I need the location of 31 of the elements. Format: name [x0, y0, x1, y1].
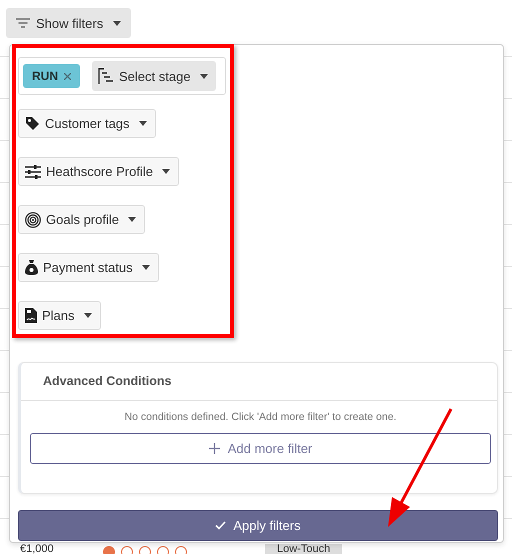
apply-filters-button[interactable]: Apply filters: [18, 510, 498, 541]
caret-icon: [84, 313, 92, 318]
check-icon: [215, 521, 226, 530]
select-stage-button[interactable]: Select stage: [92, 61, 216, 91]
plus-icon: [208, 443, 220, 454]
filter-dropdown[interactable]: Customer tags: [18, 109, 156, 138]
remove-icon[interactable]: [64, 72, 71, 80]
tag-icon: [25, 116, 40, 131]
filter-dropdown[interactable]: Payment status: [18, 253, 159, 282]
amount-text: €1,000: [20, 544, 55, 554]
empty-message: No conditions defined. Click 'Add more filter' to create one.: [124, 411, 398, 423]
filter-dropdown[interactable]: Plans: [18, 301, 101, 330]
filter-dropdown[interactable]: Heathscore Profile: [18, 157, 179, 186]
card-title: Advanced Conditions: [21, 363, 497, 401]
filter-dropdown[interactable]: Goals profile: [18, 205, 145, 234]
segment-tag: Low-Touch: [265, 544, 342, 554]
target-icon: [25, 212, 41, 228]
filter-icon: [16, 18, 30, 28]
caret-icon: [162, 169, 170, 174]
sliders-icon: [25, 164, 41, 178]
caret-icon: [138, 121, 147, 126]
caret-icon: [200, 74, 208, 78]
money-bag-icon: [25, 260, 38, 275]
show-filters-button[interactable]: Show filters: [6, 8, 132, 38]
caret-icon: [113, 20, 122, 26]
stage-icon: [98, 68, 114, 84]
document-icon: [25, 308, 37, 323]
add-filter-button[interactable]: Add more filter: [30, 433, 491, 464]
tag-label: RUN: [32, 69, 58, 83]
caret-icon: [142, 265, 150, 270]
caret-icon: [128, 217, 136, 222]
